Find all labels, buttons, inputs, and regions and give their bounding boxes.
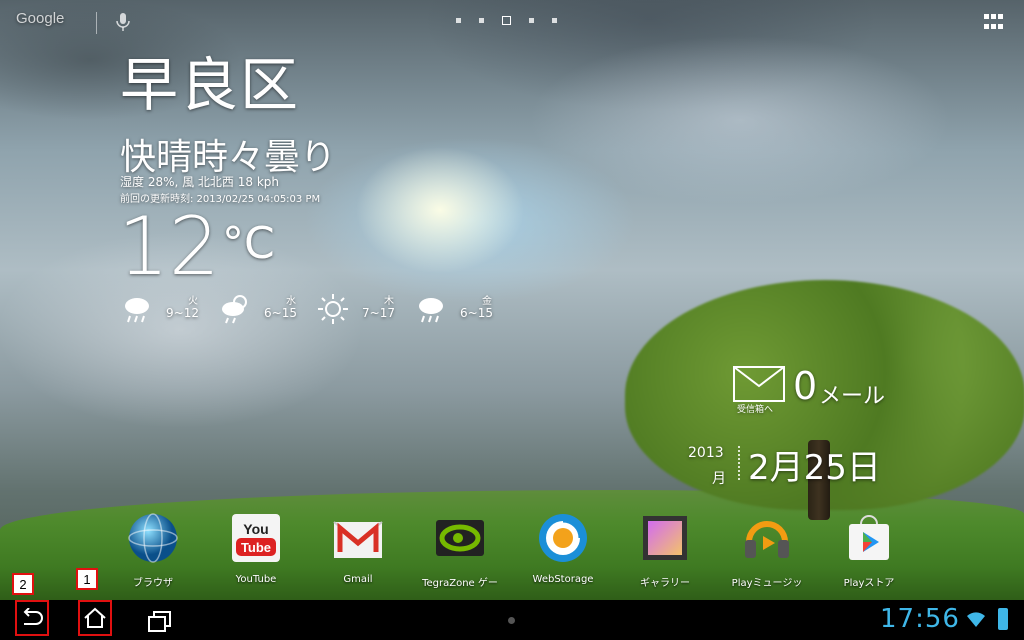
gmail-icon [333, 521, 383, 558]
dock-app-youtube[interactable]: You Tube YouTube [209, 512, 303, 585]
sun-icon [318, 294, 348, 324]
weather-humidity-wind: 湿度 28%, 風 北北西 18 kph [120, 175, 280, 189]
all-apps-button[interactable] [984, 14, 1004, 32]
date-month-suffix: 月 [712, 471, 726, 487]
page-dot [456, 18, 461, 23]
page-dot [479, 18, 484, 23]
forecast-day: 水 6~15 [218, 292, 316, 332]
forecast-day-name: 水 [286, 296, 296, 307]
wifi-icon [967, 612, 985, 627]
youtube-icon-tube-text: Tube [241, 540, 271, 555]
webstorage-icon [539, 514, 587, 562]
annotation-badge-home: 1 [76, 568, 98, 590]
weather-forecast: 火 9~12 水 6~15 木 7~17 金 6~15 [120, 292, 512, 332]
date-divider [738, 446, 742, 480]
dock-app-label: Playミュージッ [731, 578, 803, 589]
status-clock[interactable]: 17:56 [880, 604, 960, 634]
battery-icon [998, 608, 1008, 630]
play-store-icon [849, 515, 889, 560]
dock-app-label: ブラウザ [133, 578, 173, 589]
recent-apps-button[interactable] [146, 610, 174, 632]
dock-app-label: YouTube [235, 574, 277, 585]
envelope-icon [733, 366, 785, 402]
google-search-bar[interactable]: Google [16, 10, 64, 27]
home-icon [84, 607, 106, 628]
dock-app-tegrazone[interactable]: TegraZone ゲー [413, 512, 507, 589]
dock-app-play-store[interactable]: Playストア [822, 512, 916, 589]
forecast-day: 金 6~15 [414, 292, 512, 332]
forecast-temp-range: 6~15 [264, 306, 297, 320]
dock-app-play-music[interactable]: Playミュージッ [720, 512, 814, 589]
page-dot [552, 18, 557, 23]
weather-location[interactable]: 早良区 [120, 38, 300, 122]
page-indicators [456, 16, 557, 25]
dock-app-browser[interactable]: ブラウザ [106, 512, 200, 589]
inbox-link[interactable]: 受信箱へ [737, 402, 773, 415]
dock-app-label: WebStorage [532, 574, 594, 585]
page-dot-current [502, 16, 511, 25]
forecast-temp-range: 6~15 [460, 306, 493, 320]
page-dot [529, 18, 534, 23]
forecast-day-name: 木 [384, 296, 394, 307]
sun-cloud-rain-icon [222, 295, 247, 324]
mail-unread-count: 0 [793, 364, 818, 408]
back-button[interactable] [15, 600, 49, 636]
search-divider [96, 12, 97, 34]
forecast-day: 木 7~17 [316, 292, 414, 332]
dock-app-gmail[interactable]: Gmail [311, 512, 405, 585]
dock-app-label: Playストア [843, 578, 895, 589]
youtube-icon: You Tube [232, 514, 280, 562]
dock-app-webstorage[interactable]: WebStorage [516, 512, 610, 585]
dock-app-gallery[interactable]: ギャラリー [618, 512, 712, 589]
nav-center-dot [508, 617, 515, 624]
dock-app-label: Gmail [343, 574, 373, 585]
mail-label: メール [819, 384, 886, 409]
forecast-day-name: 金 [482, 296, 492, 307]
back-arrow-icon [23, 608, 43, 625]
annotation-badge-back: 2 [12, 573, 34, 595]
youtube-icon-you-text: You [243, 521, 268, 537]
dock-app-label: TegraZone ゲー [422, 578, 498, 589]
microphone-icon[interactable] [114, 12, 132, 32]
forecast-temp-range: 9~12 [166, 306, 199, 320]
forecast-temp-range: 7~17 [362, 306, 395, 320]
rain-cloud-icon [125, 298, 149, 323]
forecast-day: 火 9~12 [120, 292, 218, 332]
date-year: 2013 [688, 445, 724, 461]
forecast-day-name: 火 [188, 296, 198, 307]
play-music-icon [745, 521, 789, 558]
browser-icon [128, 513, 178, 563]
dock-app-label: ギャラリー [640, 578, 690, 589]
tegrazone-icon [436, 520, 484, 556]
date-display[interactable]: 2月25日 [748, 440, 881, 489]
home-button[interactable] [78, 600, 112, 636]
gallery-icon [643, 516, 687, 560]
weather-temperature: 12 [118, 200, 220, 293]
weather-temperature-unit: °C [222, 218, 275, 269]
rain-cloud-icon [419, 298, 443, 323]
